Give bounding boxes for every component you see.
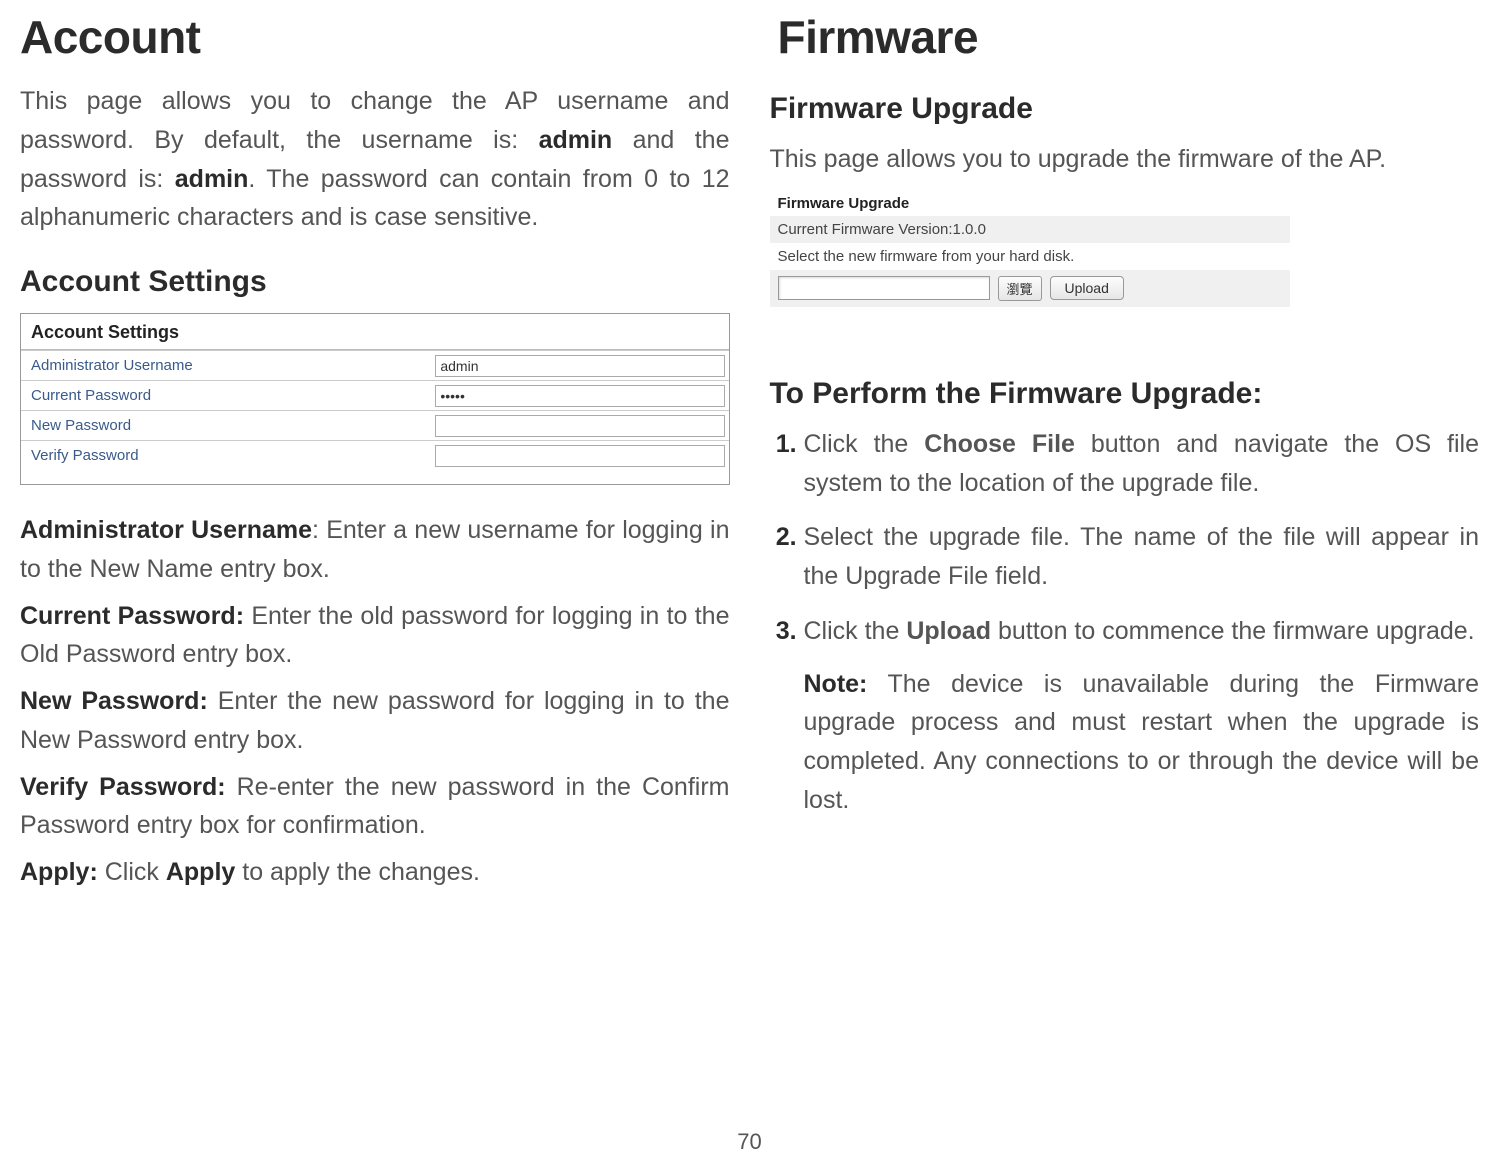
account-settings-heading: Account Settings — [20, 265, 730, 299]
desc-admin-user-b: Administrator Username — [20, 516, 312, 544]
current-password-input[interactable] — [435, 385, 724, 407]
firmware-title: Firmware — [770, 10, 1480, 64]
desc-verify-pw: Verify Password: Re-enter the new passwo… — [20, 768, 730, 846]
desc-apply-t1: Click — [98, 858, 166, 886]
verify-password-input[interactable] — [435, 445, 724, 467]
step3-c: button to commence the firmware upgrade. — [991, 617, 1475, 645]
desc-admin-user: Administrator Username: Enter a new user… — [20, 511, 730, 589]
intro-b2: admin — [175, 165, 249, 193]
table-row: Verify Password — [21, 441, 729, 471]
desc-current-pw-b: Current Password: — [20, 602, 244, 630]
firmware-upgrade-panel: Firmware Upgrade Current Firmware Versio… — [770, 191, 1290, 307]
account-settings-table: Account Settings Administrator Username … — [20, 313, 730, 485]
table-row: Administrator Username — [21, 351, 729, 381]
step-2: Select the upgrade file. The name of the… — [804, 518, 1480, 596]
perform-upgrade-heading: To Perform the Firmware Upgrade: — [770, 377, 1480, 411]
desc-apply-b2: Apply — [166, 858, 235, 886]
row-label: Verify Password — [21, 441, 431, 471]
browse-button[interactable]: 瀏覽 — [998, 276, 1042, 301]
new-password-input[interactable] — [435, 415, 724, 437]
row-label: Administrator Username — [21, 351, 431, 381]
note-text: The device is unavailable during the Fir… — [804, 670, 1480, 814]
step-3: Click the Upload button to commence the … — [804, 612, 1480, 820]
intro-b1: admin — [539, 126, 613, 154]
table-header: Account Settings — [21, 314, 729, 350]
desc-new-pw: New Password: Enter the new password for… — [20, 682, 730, 760]
step3-a: Click the — [804, 617, 907, 645]
step1-b: Choose File — [924, 430, 1075, 458]
firmware-version-row: Current Firmware Version:1.0.0 — [770, 216, 1290, 243]
step-1: Click the Choose File button and navigat… — [804, 425, 1480, 503]
file-input[interactable] — [778, 276, 990, 300]
page-number: 70 — [0, 1129, 1499, 1155]
row-label: Current Password — [21, 381, 431, 411]
row-label: New Password — [21, 411, 431, 441]
firmware-upgrade-heading: Firmware Upgrade — [770, 92, 1480, 126]
note-label: Note: — [804, 670, 868, 698]
step3-b: Upload — [906, 617, 991, 645]
account-title: Account — [20, 10, 730, 64]
desc-current-pw: Current Password: Enter the old password… — [20, 597, 730, 675]
firmware-intro: This page allows you to upgrade the firm… — [770, 140, 1480, 179]
upload-button[interactable]: Upload — [1050, 276, 1124, 300]
panel-header: Firmware Upgrade — [770, 191, 1290, 216]
step1-a: Click the — [804, 430, 925, 458]
select-file-row: Select the new firmware from your hard d… — [770, 243, 1290, 270]
desc-new-pw-b: New Password: — [20, 687, 208, 715]
desc-apply-t2: to apply the changes. — [235, 858, 480, 886]
desc-apply-b: Apply: — [20, 858, 98, 886]
table-row: New Password — [21, 411, 729, 441]
desc-verify-pw-b: Verify Password: — [20, 773, 226, 801]
upload-row: 瀏覽 Upload — [770, 270, 1290, 307]
desc-apply: Apply: Click Apply to apply the changes. — [20, 853, 730, 892]
table-row: Current Password — [21, 381, 729, 411]
account-intro: This page allows you to change the AP us… — [20, 82, 730, 237]
admin-username-input[interactable] — [435, 355, 724, 377]
